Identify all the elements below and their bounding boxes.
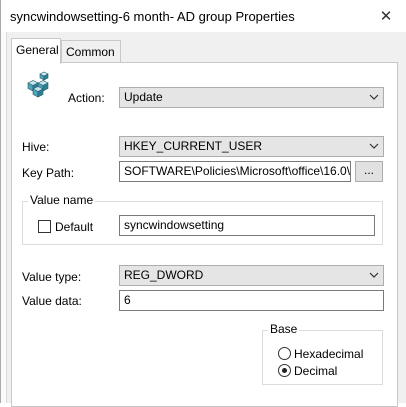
value-type-value: REG_DWORD [124,268,204,282]
registry-cubes-icon [27,71,49,98]
hive-label: Hive: [22,140,50,154]
background-window-edge [1,32,7,403]
tab-common[interactable]: Common [61,40,121,64]
close-button[interactable]: ✕ [371,4,401,28]
general-tab-panel: Action: Update Hive: HKEY_CURRENT_USER K… [11,62,398,407]
window-title: syncwindowsetting-6 month- AD group Prop… [10,9,295,24]
chevron-down-icon [369,94,379,100]
title-bar: syncwindowsetting-6 month- AD group Prop… [1,0,406,32]
action-label: Action: [68,91,105,105]
value-name-input[interactable]: syncwindowsetting [119,215,375,236]
key-path-label: Key Path: [22,166,75,180]
chevron-down-icon [369,143,379,149]
default-checkbox[interactable] [38,220,51,233]
value-type-dropdown[interactable]: REG_DWORD [119,265,384,286]
browse-button[interactable]: ... [355,161,383,182]
decimal-label: Decimal [294,364,338,378]
value-name-group-title: Value name [28,193,96,207]
action-dropdown[interactable]: Update [119,87,384,108]
default-label: Default [55,220,94,234]
decimal-radio[interactable] [278,364,291,377]
value-data-label: Value data: [22,294,82,308]
value-type-label: Value type: [22,270,82,284]
hive-dropdown[interactable]: HKEY_CURRENT_USER [119,136,384,157]
base-group-title: Base [268,322,300,336]
action-value: Update [124,90,163,104]
close-icon: ✕ [379,8,393,25]
properties-dialog: syncwindowsetting-6 month- AD group Prop… [0,0,406,407]
hexadecimal-label: Hexadecimal [294,347,364,361]
hexadecimal-radio[interactable] [278,347,291,360]
hive-value: HKEY_CURRENT_USER [124,139,263,153]
value-data-input[interactable]: 6 [119,290,384,311]
key-path-input[interactable]: SOFTWARE\Policies\Microsoft\office\16.0\… [119,161,351,182]
tab-general[interactable]: General [11,38,61,64]
chevron-down-icon [369,272,379,278]
